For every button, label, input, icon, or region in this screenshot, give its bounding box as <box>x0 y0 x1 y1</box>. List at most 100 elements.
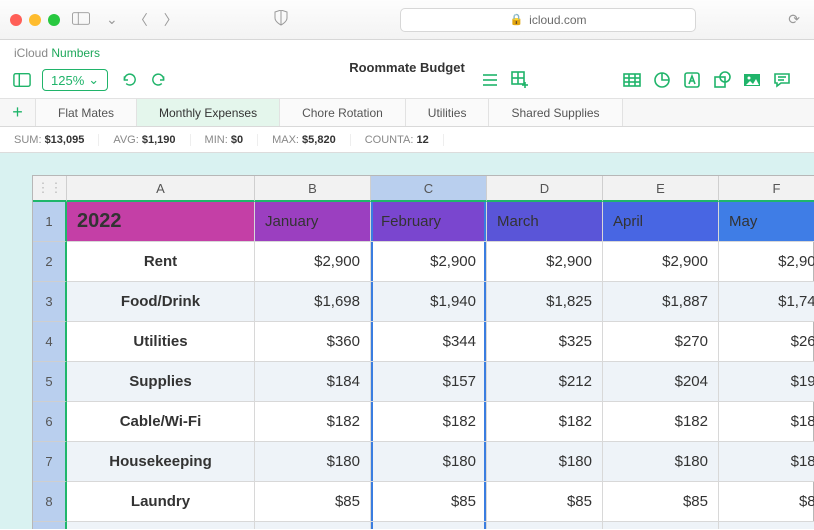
data-cell[interactable]: $85 <box>719 482 814 522</box>
row-header[interactable]: 5 <box>33 362 67 402</box>
row-header[interactable]: 2 <box>33 242 67 282</box>
data-cell[interactable]: $1,745 <box>719 282 814 322</box>
data-cell[interactable]: $0 <box>603 522 719 529</box>
sidebar-toggle-icon[interactable] <box>68 12 94 28</box>
data-cell[interactable]: $2,900 <box>371 242 487 282</box>
shield-icon[interactable] <box>270 10 292 29</box>
column-header[interactable]: E <box>603 176 719 202</box>
reload-button[interactable]: ⟳ <box>784 11 804 28</box>
add-sheet-button[interactable]: + <box>0 99 36 126</box>
row-header[interactable]: 8 <box>33 482 67 522</box>
data-cell[interactable]: $0 <box>487 522 603 529</box>
data-cell[interactable]: $184 <box>255 362 371 402</box>
maximize-window-button[interactable] <box>48 14 60 26</box>
category-cell[interactable]: Lawn Care <box>67 522 255 529</box>
data-cell[interactable]: $182 <box>487 402 603 442</box>
data-cell[interactable]: $0 <box>255 522 371 529</box>
data-cell[interactable]: $180 <box>371 442 487 482</box>
category-cell[interactable]: Housekeeping <box>67 442 255 482</box>
data-cell[interactable]: $182 <box>255 402 371 442</box>
category-cell[interactable]: Rent <box>67 242 255 282</box>
category-cell[interactable]: Laundry <box>67 482 255 522</box>
category-cell[interactable]: Cable/Wi-Fi <box>67 402 255 442</box>
data-cell[interactable]: $180 <box>719 442 814 482</box>
data-cell[interactable]: $0 <box>371 522 487 529</box>
category-cell[interactable]: Supplies <box>67 362 255 402</box>
close-window-button[interactable] <box>10 14 22 26</box>
month-header[interactable]: April <box>603 202 719 242</box>
column-header[interactable]: B <box>255 176 371 202</box>
month-header[interactable]: May <box>719 202 814 242</box>
row-header[interactable]: 4 <box>33 322 67 362</box>
category-cell[interactable]: Utilities <box>67 322 255 362</box>
forward-button[interactable]: 〉 <box>160 10 182 30</box>
select-all-corner[interactable]: ⋮⋮ <box>33 176 67 202</box>
image-icon[interactable] <box>740 68 764 92</box>
column-header[interactable]: A <box>67 176 255 202</box>
data-cell[interactable]: $264 <box>719 322 814 362</box>
data-cell[interactable]: $2,900 <box>255 242 371 282</box>
month-header[interactable]: January <box>255 202 371 242</box>
shape-icon[interactable] <box>710 68 734 92</box>
text-icon[interactable] <box>680 68 704 92</box>
data-cell[interactable]: $1,887 <box>603 282 719 322</box>
sheet-tab[interactable]: Utilities <box>406 99 490 126</box>
sheet-tab[interactable]: Flat Mates <box>36 99 137 126</box>
table-icon[interactable] <box>620 68 644 92</box>
data-cell[interactable]: $204 <box>603 362 719 402</box>
data-cell[interactable]: $325 <box>487 322 603 362</box>
undo-button[interactable] <box>116 68 140 92</box>
sheet-tab[interactable]: Chore Rotation <box>280 99 406 126</box>
back-button[interactable]: 〈 <box>130 10 152 30</box>
column-header[interactable]: D <box>487 176 603 202</box>
zoom-control[interactable]: 125%⌄ <box>42 69 108 91</box>
address-bar[interactable]: 🔒 icloud.com <box>400 8 697 32</box>
data-cell[interactable]: $182 <box>719 402 814 442</box>
data-cell[interactable]: $180 <box>487 442 603 482</box>
data-cell[interactable]: $85 <box>371 482 487 522</box>
data-cell[interactable]: $1,698 <box>255 282 371 322</box>
data-cell[interactable]: $180 <box>255 442 371 482</box>
column-header[interactable]: C <box>371 176 487 202</box>
data-cell[interactable]: $182 <box>371 402 487 442</box>
data-cell[interactable]: $344 <box>371 322 487 362</box>
data-cell[interactable]: $212 <box>487 362 603 402</box>
stat-counta[interactable]: COUNTA: 12 <box>351 134 444 146</box>
panel-toggle-icon[interactable] <box>10 68 34 92</box>
data-cell[interactable]: $2,900 <box>487 242 603 282</box>
row-header[interactable]: 9 <box>33 522 67 529</box>
data-cell[interactable]: $1,940 <box>371 282 487 322</box>
data-cell[interactable]: $0 <box>719 522 814 529</box>
data-cell[interactable]: $2,900 <box>719 242 814 282</box>
stat-min[interactable]: MIN: $0 <box>191 134 259 146</box>
row-header[interactable]: 7 <box>33 442 67 482</box>
data-cell[interactable]: $191 <box>719 362 814 402</box>
column-header[interactable]: F <box>719 176 814 202</box>
comment-icon[interactable] <box>770 68 794 92</box>
row-header[interactable]: 6 <box>33 402 67 442</box>
data-cell[interactable]: $85 <box>603 482 719 522</box>
data-cell[interactable]: $1,825 <box>487 282 603 322</box>
spreadsheet-canvas[interactable]: ⋮⋮ABCDEF 12022JanuaryFebruaryMarchAprilMa… <box>0 153 814 529</box>
data-cell[interactable]: $180 <box>603 442 719 482</box>
data-cell[interactable]: $360 <box>255 322 371 362</box>
insert-table-icon[interactable] <box>508 68 532 92</box>
row-header[interactable]: 3 <box>33 282 67 322</box>
data-cell[interactable]: $157 <box>371 362 487 402</box>
chart-icon[interactable] <box>650 68 674 92</box>
month-header[interactable]: March <box>487 202 603 242</box>
data-cell[interactable]: $270 <box>603 322 719 362</box>
data-cell[interactable]: $85 <box>255 482 371 522</box>
stat-sum[interactable]: SUM: $13,095 <box>0 134 99 146</box>
minimize-window-button[interactable] <box>29 14 41 26</box>
sheet-tab[interactable]: Monthly Expenses <box>137 99 280 126</box>
sheet-tab[interactable]: Shared Supplies <box>489 99 622 126</box>
month-header[interactable]: February <box>371 202 487 242</box>
list-icon[interactable] <box>478 68 502 92</box>
stat-max[interactable]: MAX: $5,820 <box>258 134 351 146</box>
stat-avg[interactable]: AVG: $1,190 <box>99 134 190 146</box>
year-header[interactable]: 2022 <box>67 202 255 242</box>
chevron-down-icon[interactable]: ⌄ <box>102 11 122 28</box>
row-header[interactable]: 1 <box>33 202 67 242</box>
data-cell[interactable]: $182 <box>603 402 719 442</box>
